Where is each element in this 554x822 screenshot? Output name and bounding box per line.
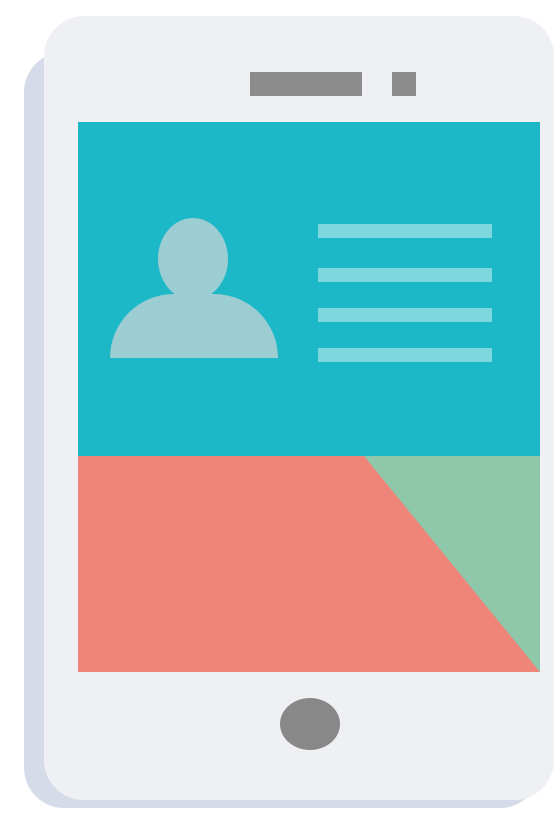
text-line-placeholder — [318, 348, 492, 362]
text-line-placeholder — [318, 268, 492, 282]
text-lines-icon — [318, 224, 492, 238]
phone-screen — [78, 122, 540, 672]
user-avatar-icon — [158, 218, 228, 300]
text-line-placeholder — [318, 308, 492, 322]
home-button-icon[interactable] — [280, 698, 340, 750]
user-avatar-body — [110, 294, 278, 358]
illustration-stage — [0, 0, 554, 822]
camera-icon — [392, 72, 416, 96]
bottom-panel-shapes — [78, 456, 540, 672]
profile-card-header — [78, 122, 540, 456]
speaker-slot — [250, 72, 362, 96]
profile-card-bottom-panel — [78, 456, 540, 672]
